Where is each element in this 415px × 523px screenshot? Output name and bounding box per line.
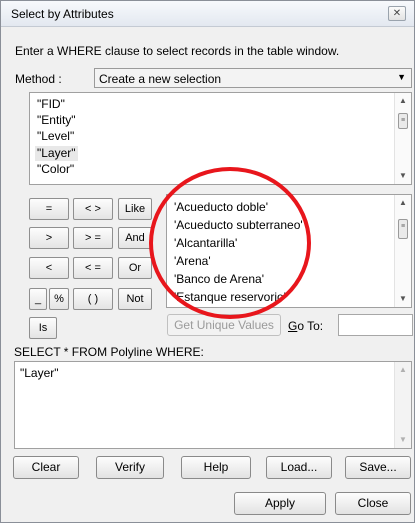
close-button[interactable]: Close [335,492,411,515]
greater-than-button[interactable]: > [29,227,69,249]
method-value: Create a new selection [99,72,222,86]
parentheses-button[interactable]: ( ) [73,288,113,310]
values-scrollbar[interactable]: ▲ ≡ ▼ [394,195,411,307]
clear-label: Clear [31,460,61,474]
unique-values-list[interactable]: 'Acueducto doble' 'Acueducto subterraneo… [166,194,412,308]
close-label: Close [357,496,389,510]
not-label: Not [126,293,144,305]
percent-button[interactable]: % [49,288,69,310]
is-button[interactable]: Is [29,317,57,339]
get-unique-values-button[interactable]: Get Unique Values [167,314,281,336]
is-label: Is [38,322,48,334]
query-text: "Layer" [20,366,59,380]
less-than-button[interactable]: < [29,257,69,279]
scroll-down-icon[interactable]: ▼ [395,291,411,307]
apply-button[interactable]: Apply [234,492,326,515]
greater-equal-button[interactable]: > = [73,227,113,249]
method-label: Method : [15,72,62,86]
or-label: Or [128,262,142,274]
help-button[interactable]: Help [181,456,251,479]
verify-label: Verify [114,460,145,474]
not-button[interactable]: Not [118,288,152,310]
goto-input[interactable] [338,314,413,336]
value-item[interactable]: 'Acueducto doble' [172,200,270,215]
query-scrollbar[interactable]: ▲ ▼ [394,362,411,448]
select-from-label: SELECT * FROM Polyline WHERE: [14,345,204,359]
title-bar[interactable]: Select by Attributes ✕ [1,1,414,27]
close-icon[interactable]: ✕ [388,6,406,21]
select-by-attributes-dialog: Select by Attributes ✕ Enter a WHERE cla… [0,0,415,523]
clear-button[interactable]: Clear [13,456,79,479]
scroll-thumb[interactable]: ≡ [398,219,408,239]
save-label: Save... [359,460,397,474]
field-item[interactable]: "Entity" [35,113,78,128]
equals-button[interactable]: = [29,198,69,220]
field-item[interactable]: "Level" [35,129,76,144]
chevron-down-icon: ▼ [397,72,406,82]
field-item-selected[interactable]: "Layer" [35,146,78,161]
value-item[interactable]: 'Banco de Arena' [172,272,266,287]
field-item[interactable]: "Color" [35,162,76,177]
scroll-down-icon[interactable]: ▼ [395,168,411,184]
or-button[interactable]: Or [118,257,152,279]
save-button[interactable]: Save... [345,456,411,479]
value-item[interactable]: 'Estanque reservorio' [172,290,288,305]
underscore-button[interactable]: _ [29,288,47,310]
scroll-up-icon[interactable]: ▲ [395,362,411,378]
query-textbox[interactable]: "Layer" ▲ ▼ [14,361,412,449]
field-item[interactable]: "FID" [35,97,67,112]
value-item[interactable]: 'Acueducto subterraneo' [172,218,305,233]
method-dropdown[interactable]: Create a new selection ▼ [94,68,412,88]
scroll-up-icon[interactable]: ▲ [395,93,411,109]
apply-label: Apply [264,496,296,510]
scroll-down-icon[interactable]: ▼ [395,432,411,448]
value-item[interactable]: 'Alcantarilla' [172,236,239,251]
window-title: Select by Attributes [11,7,114,21]
scroll-up-icon[interactable]: ▲ [395,195,411,211]
like-label: Like [124,203,146,215]
load-label: Load... [280,460,318,474]
help-label: Help [203,460,229,474]
fields-list[interactable]: "FID" "Entity" "Level" "Layer" "Color" ▲… [29,92,412,185]
verify-button[interactable]: Verify [96,456,164,479]
not-equal-button[interactable]: < > [73,198,113,220]
load-button[interactable]: Load... [266,456,332,479]
and-button[interactable]: And [118,227,152,249]
fields-scrollbar[interactable]: ▲ ≡ ▼ [394,93,411,184]
and-label: And [125,232,145,244]
like-button[interactable]: Like [118,198,152,220]
scroll-thumb[interactable]: ≡ [398,113,408,129]
goto-label: Go To: [288,319,324,333]
instruction-text: Enter a WHERE clause to select records i… [15,44,340,58]
less-equal-button[interactable]: < = [73,257,113,279]
value-item[interactable]: 'Arena' [172,254,213,269]
